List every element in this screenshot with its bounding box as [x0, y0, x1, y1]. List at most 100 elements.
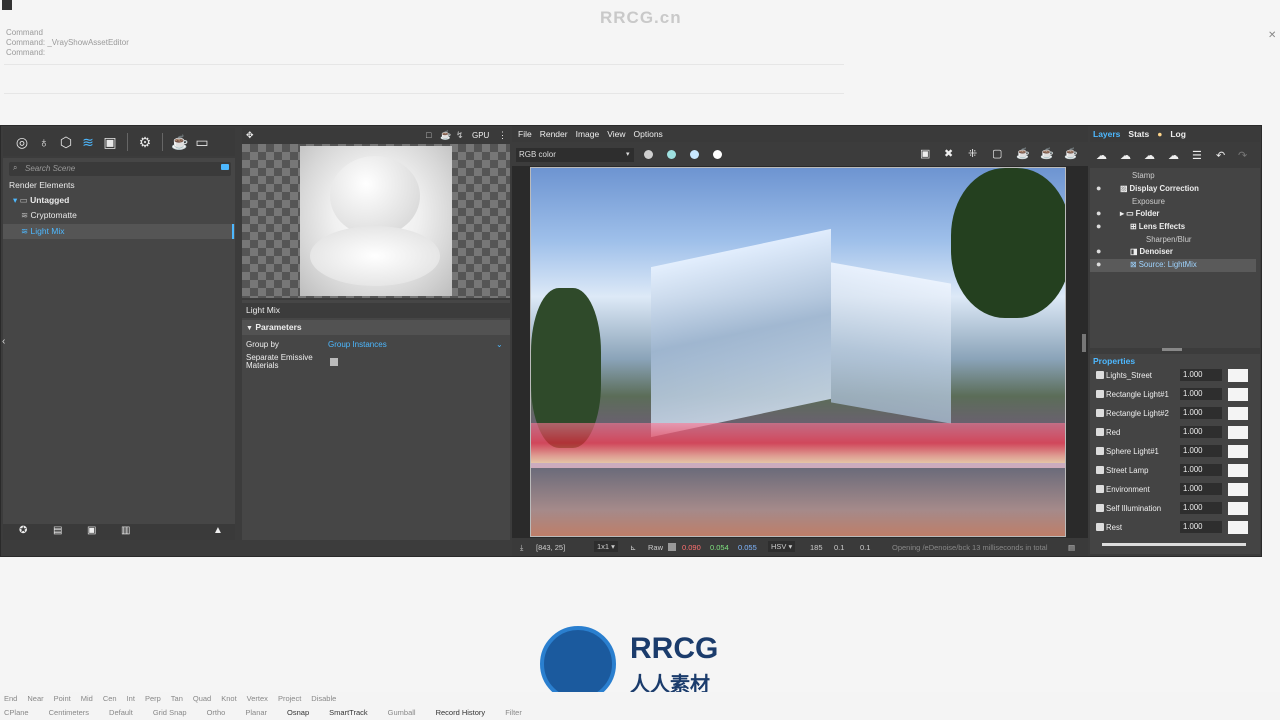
light-color-swatch[interactable]	[1228, 369, 1248, 382]
color-mode-select[interactable]: HSV ▾	[768, 541, 796, 552]
light-color-swatch[interactable]	[1228, 502, 1248, 515]
status-ortho[interactable]: Ortho	[207, 708, 226, 717]
search-input[interactable]: Search Scene	[9, 162, 231, 176]
layer-source-lightmix[interactable]: ⊠ Source: LightMix	[1090, 259, 1256, 272]
light-intensity-input[interactable]: 1.000	[1180, 407, 1222, 419]
osnap-quad[interactable]: Quad	[193, 694, 211, 703]
menu-image[interactable]: Image	[576, 129, 600, 139]
light-row[interactable]: Rectangle Light#1 1.000	[1090, 385, 1260, 404]
create-layer-icon[interactable]: ☁	[1096, 149, 1107, 162]
layer-folder[interactable]: ▸ ▭ Folder	[1090, 208, 1256, 221]
light-checkbox[interactable]	[1096, 466, 1104, 474]
light-color-swatch[interactable]	[1228, 464, 1248, 477]
clear-image-icon[interactable]: ✖	[944, 147, 953, 160]
light-checkbox[interactable]	[1096, 485, 1104, 493]
track-mouse-icon[interactable]: ▢	[992, 147, 1002, 160]
eye-icon[interactable]: ●	[1096, 221, 1101, 231]
save-layers-icon[interactable]: ☁	[1144, 149, 1155, 162]
osnap-tan[interactable]: Tan	[171, 694, 183, 703]
red-channel-toggle[interactable]	[644, 150, 653, 159]
light-intensity-input[interactable]: 1.000	[1180, 521, 1222, 533]
osnap-mid[interactable]: Mid	[81, 694, 93, 703]
history-icon[interactable]: ▤	[1068, 543, 1075, 552]
status-grid-snap[interactable]: Grid Snap	[153, 708, 187, 717]
light-row[interactable]: Street Lamp 1.000	[1090, 461, 1260, 480]
light-color-swatch[interactable]	[1228, 445, 1248, 458]
status-filter[interactable]: Filter	[505, 708, 522, 717]
light-checkbox[interactable]	[1096, 390, 1104, 398]
list-icon[interactable]: ☰	[1192, 149, 1202, 162]
filter-icon[interactable]	[221, 164, 229, 170]
light-checkbox[interactable]	[1096, 504, 1104, 512]
zoom-select[interactable]: 1x1 ▾	[594, 541, 618, 552]
textures-icon[interactable]: ▣	[101, 133, 119, 151]
tab-stats[interactable]: Stats	[1128, 129, 1149, 139]
light-intensity-input[interactable]: 1.000	[1180, 483, 1222, 495]
collapse-arrow-icon[interactable]: ▼	[246, 325, 253, 332]
light-color-swatch[interactable]	[1228, 426, 1248, 439]
expand-arrow-icon[interactable]: ▾	[13, 195, 17, 205]
light-intensity-input[interactable]: 1.000	[1180, 388, 1222, 400]
light-intensity-input[interactable]: 1.000	[1180, 369, 1222, 381]
menu-file[interactable]: File	[518, 129, 532, 139]
light-color-swatch[interactable]	[1228, 407, 1248, 420]
osnap-perp[interactable]: Perp	[145, 694, 161, 703]
light-row[interactable]: Sphere Light#1 1.000	[1090, 442, 1260, 461]
render-icon[interactable]: ☕	[1064, 147, 1078, 160]
osnap-cen[interactable]: Cen	[103, 694, 117, 703]
status-record-history[interactable]: Record History	[436, 708, 486, 717]
tree-item-light-mix[interactable]: ≋ Light Mix	[3, 224, 235, 239]
tree-item-cryptomatte[interactable]: ≋ Cryptomatte	[3, 208, 235, 223]
geometry-icon[interactable]: ⬡	[57, 133, 75, 151]
separate-emissive-checkbox[interactable]	[330, 358, 338, 366]
light-row[interactable]: Red 1.000	[1090, 423, 1260, 442]
layer-sharpen-blur[interactable]: Sharpen/Blur	[1090, 234, 1256, 247]
eye-icon[interactable]: ●	[1096, 183, 1101, 193]
light-color-swatch[interactable]	[1228, 483, 1248, 496]
save-icon[interactable]: ▣	[87, 525, 96, 536]
osnap-point[interactable]: Point	[54, 694, 71, 703]
channel-select[interactable]: RGB color ▾	[516, 148, 634, 162]
redo-icon[interactable]: ↷	[1238, 149, 1247, 162]
stop-render-icon[interactable]: ☕	[1040, 147, 1054, 160]
open-folder-icon[interactable]: ▤	[53, 525, 62, 536]
layer-display-correction[interactable]: ▨ Display Correction	[1090, 183, 1256, 196]
light-checkbox[interactable]	[1096, 409, 1104, 417]
status-osnap[interactable]: Osnap	[287, 708, 309, 717]
light-intensity-input[interactable]: 1.000	[1180, 502, 1222, 514]
light-checkbox[interactable]	[1096, 371, 1104, 379]
tab-layers[interactable]: Layers	[1093, 129, 1120, 139]
frame-buffer-icon[interactable]: ▭	[193, 133, 211, 151]
light-row[interactable]: Lights_Street 1.000	[1090, 366, 1260, 385]
tab-log[interactable]: Log	[1170, 129, 1186, 139]
green-channel-toggle[interactable]	[667, 150, 676, 159]
save-image-icon[interactable]: ▣	[920, 147, 930, 160]
delete-layer-icon[interactable]: ☁	[1120, 149, 1131, 162]
parameters-rollout[interactable]: ▼ Parameters	[242, 320, 510, 335]
command-prompt[interactable]: Command:	[6, 48, 45, 57]
light-intensity-input[interactable]: 1.000	[1180, 464, 1222, 476]
gpu-label[interactable]: GPU	[472, 131, 489, 140]
splitter-handle[interactable]	[1082, 334, 1086, 352]
load-layers-icon[interactable]: ☁	[1168, 149, 1179, 162]
layer-stamp[interactable]: Stamp	[1090, 170, 1256, 183]
interactive-render-icon[interactable]: ☕	[1016, 147, 1030, 160]
status-units[interactable]: Centimeters	[49, 708, 89, 717]
light-row[interactable]: Environment 1.000	[1090, 480, 1260, 499]
horizontal-scrollbar[interactable]	[1102, 543, 1246, 546]
status-smarttrack[interactable]: SmartTrack	[329, 708, 367, 717]
light-row[interactable]: Rectangle Light#2 1.000	[1090, 404, 1260, 423]
add-element-icon[interactable]: ✪	[19, 525, 27, 536]
eye-icon[interactable]: ●	[1096, 208, 1101, 218]
light-color-swatch[interactable]	[1228, 521, 1248, 534]
osnap-knot[interactable]: Knot	[221, 694, 236, 703]
delete-icon[interactable]: ▥	[121, 525, 130, 536]
light-color-swatch[interactable]	[1228, 388, 1248, 401]
lights-icon[interactable]: ♁	[35, 133, 53, 151]
light-intensity-input[interactable]: 1.000	[1180, 445, 1222, 457]
materials-icon[interactable]: ◎	[13, 133, 31, 151]
light-checkbox[interactable]	[1096, 447, 1104, 455]
light-checkbox[interactable]	[1096, 523, 1104, 531]
render-view[interactable]	[512, 166, 1088, 538]
window-close-icon[interactable]: ✕	[1268, 30, 1276, 41]
